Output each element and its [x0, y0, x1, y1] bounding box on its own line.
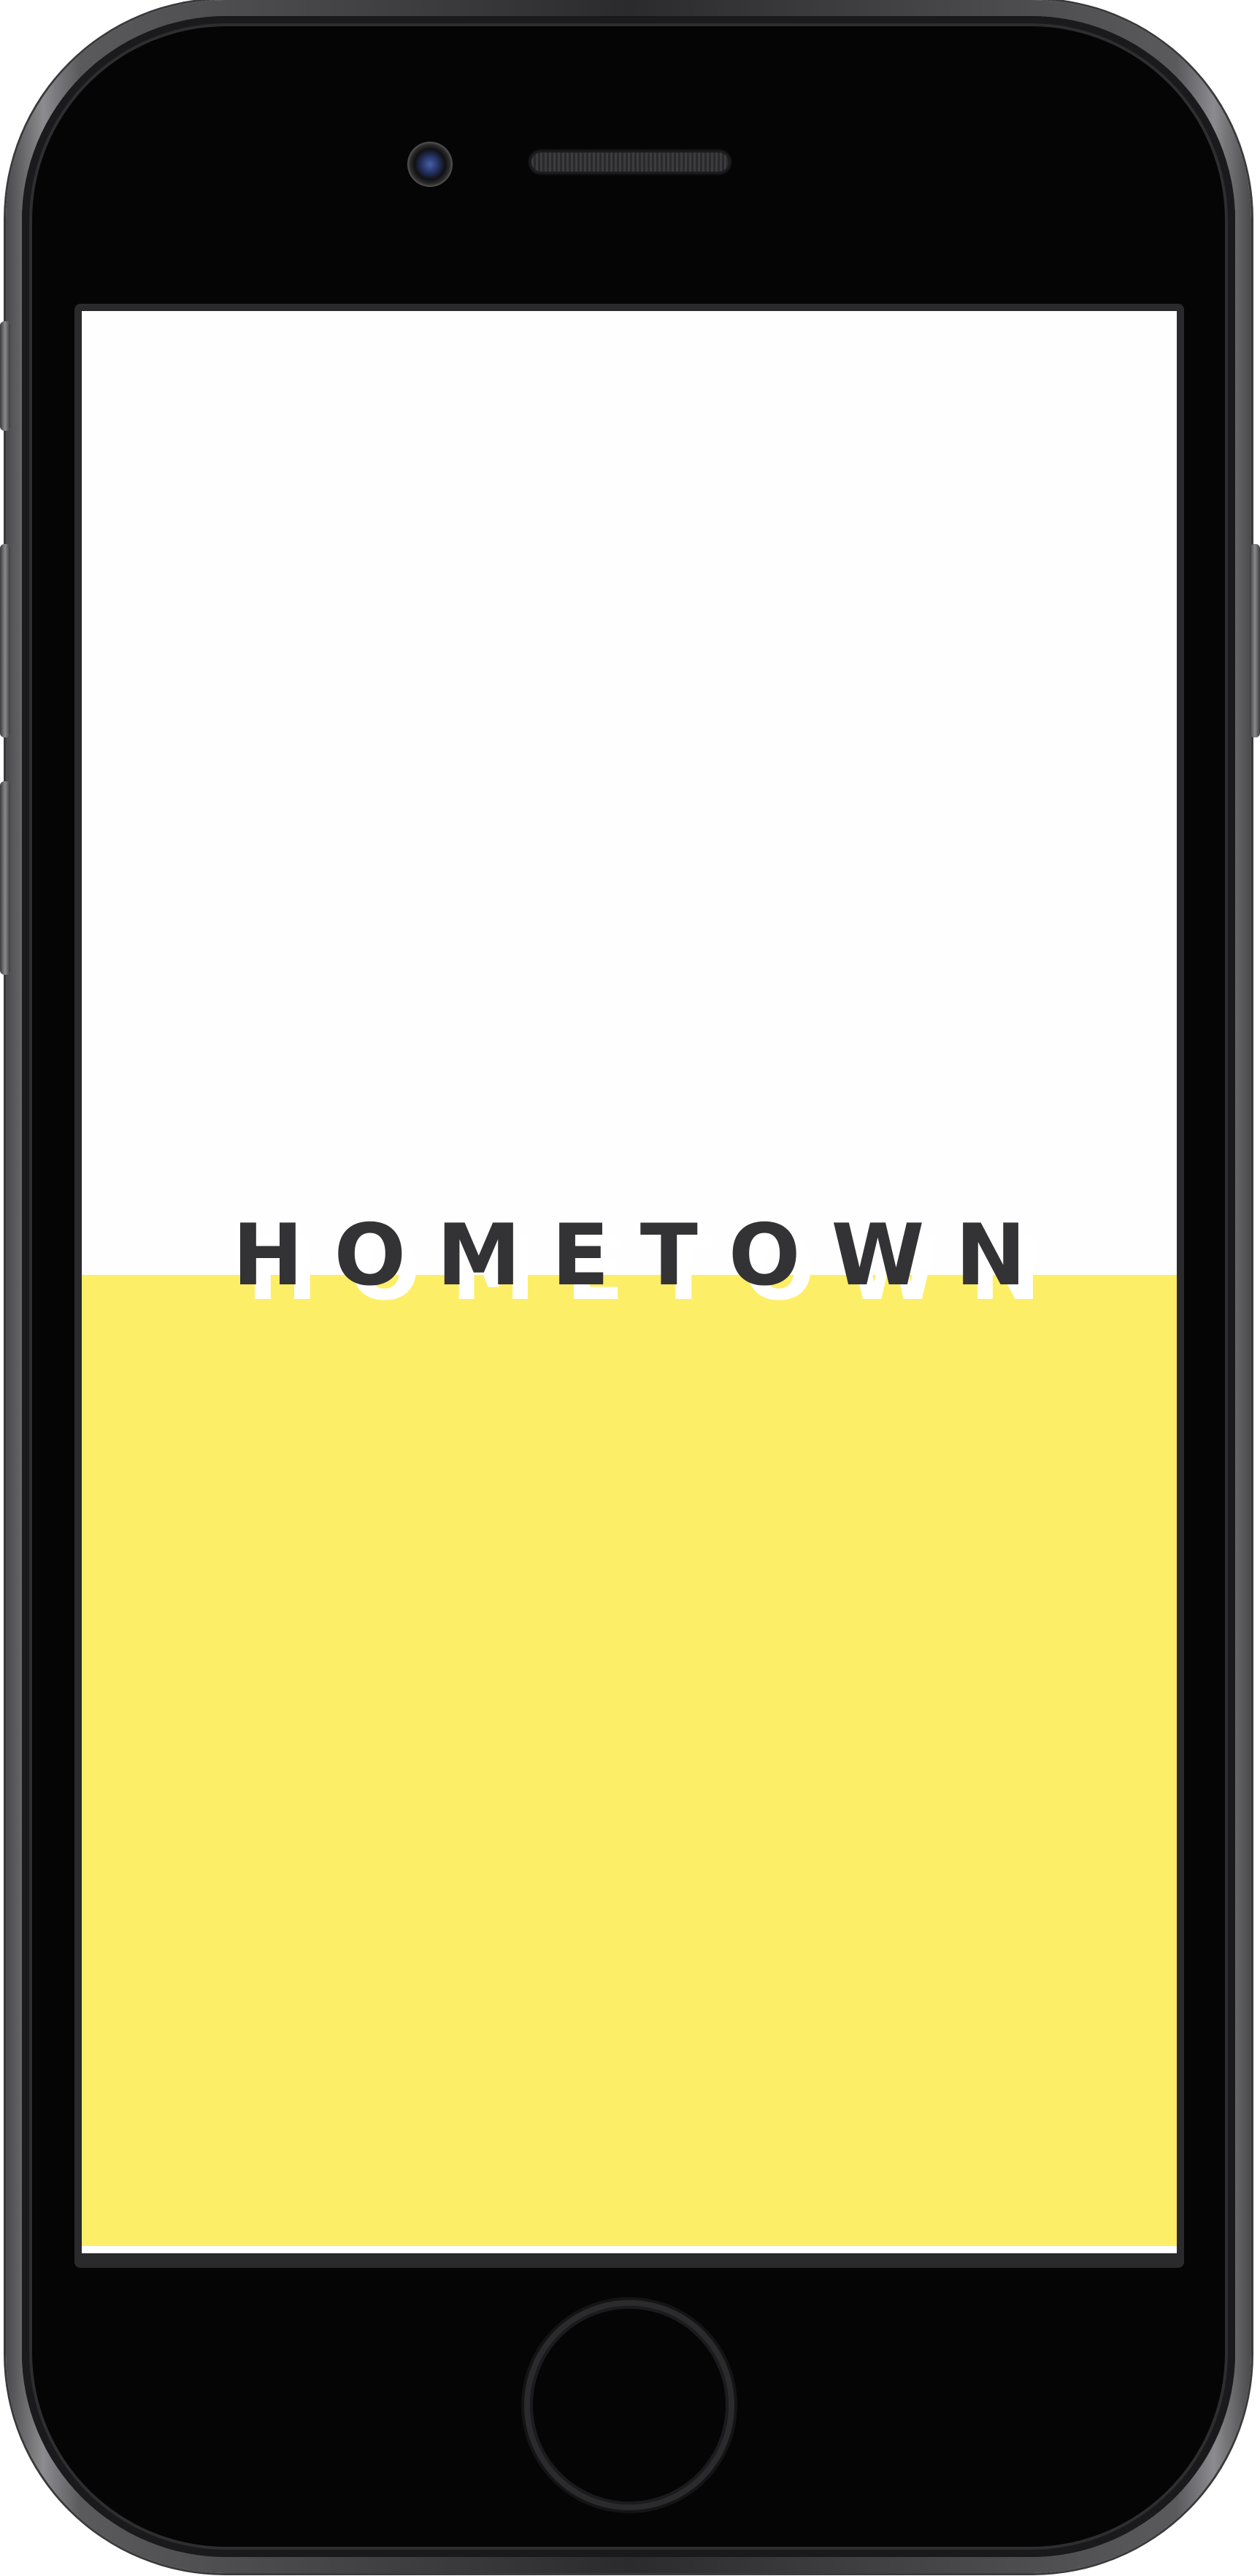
app-screen[interactable]: HOMETOWN HOMETOWN [82, 311, 1177, 2253]
mute-switch[interactable] [0, 321, 10, 431]
power-button[interactable] [1250, 544, 1260, 737]
splash-bottom-panel [82, 1275, 1177, 2246]
volume-up-button[interactable] [0, 544, 10, 737]
camera-icon [407, 142, 453, 187]
home-button[interactable] [530, 2306, 729, 2504]
splash-top-panel [82, 311, 1177, 1275]
volume-down-button[interactable] [0, 781, 10, 975]
device-mockup: HOMETOWN HOMETOWN [0, 0, 1260, 2576]
app-logo: HOMETOWN [232, 1206, 1057, 1305]
speaker-grille [529, 150, 731, 174]
screen-bottom-edge [82, 2246, 1177, 2253]
